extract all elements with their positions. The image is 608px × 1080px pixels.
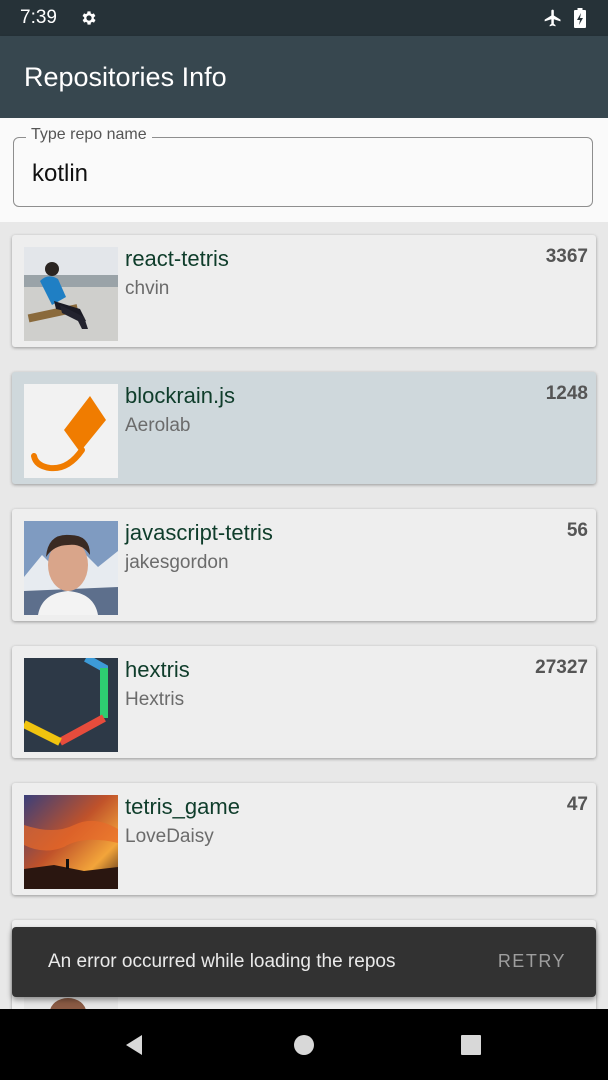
repo-owner: jakesgordon xyxy=(125,552,229,573)
repo-stars: 3367 xyxy=(545,246,588,267)
repo-name: hextris xyxy=(125,657,190,682)
repo-stars: 56 xyxy=(566,520,588,541)
repo-search-field[interactable]: Type repo name xyxy=(13,126,593,207)
repo-name: blockrain.js xyxy=(125,383,236,408)
page-title: Repositories Info xyxy=(24,62,227,92)
repo-list-item[interactable]: javascript-tetris jakesgordon 56 xyxy=(12,509,596,621)
search-area: Type repo name xyxy=(0,118,608,222)
photo-man-portrait-icon xyxy=(24,521,118,615)
repo-list-item[interactable]: hextris Hextris 27327 xyxy=(12,646,596,758)
back-icon[interactable] xyxy=(120,1031,148,1059)
settings-icon xyxy=(82,11,96,25)
repo-list-item[interactable]: react-tetris chvin 3367 xyxy=(12,235,596,347)
error-snackbar: An error occurred while loading the repo… xyxy=(12,927,596,997)
repo-owner: LoveDaisy xyxy=(125,826,214,847)
repo-list-item[interactable]: tetris_game LoveDaisy 47 xyxy=(12,783,596,895)
repo-owner: Aerolab xyxy=(125,415,191,436)
repo-name: react-tetris xyxy=(125,246,229,271)
battery-charging-icon xyxy=(574,8,586,28)
repo-search-input[interactable] xyxy=(30,156,574,192)
repo-stars: 1248 xyxy=(545,383,588,404)
repo-name: tetris_game xyxy=(125,794,240,819)
orange-block-logo-icon xyxy=(24,384,118,478)
repo-owner: chvin xyxy=(125,278,170,299)
status-bar: 7:39 xyxy=(0,0,608,36)
repo-name: javascript-tetris xyxy=(125,520,273,545)
repo-stars: 27327 xyxy=(535,657,588,678)
recents-icon[interactable] xyxy=(457,1031,485,1059)
home-icon[interactable] xyxy=(290,1031,318,1059)
retry-button[interactable]: RETRY xyxy=(498,951,566,972)
search-field-label: Type repo name xyxy=(26,126,152,144)
repo-list-item[interactable]: blockrain.js Aerolab 1248 xyxy=(12,372,596,484)
app-bar: Repositories Info xyxy=(0,36,608,118)
system-nav-bar xyxy=(0,1009,608,1080)
photo-sunset-sky-icon xyxy=(24,795,118,889)
snackbar-message: An error occurred while loading the repo… xyxy=(48,951,396,972)
hexagon-logo-icon xyxy=(24,658,118,752)
status-time: 7:39 xyxy=(20,7,57,28)
repo-stars: 47 xyxy=(566,794,588,815)
repo-owner: Hextris xyxy=(125,689,185,710)
photo-person-sitting-beach-icon xyxy=(24,247,118,341)
airplane-mode-icon xyxy=(544,9,561,27)
repo-list[interactable]: react-tetris chvin 3367 blockrain.js Aer… xyxy=(0,222,608,1009)
